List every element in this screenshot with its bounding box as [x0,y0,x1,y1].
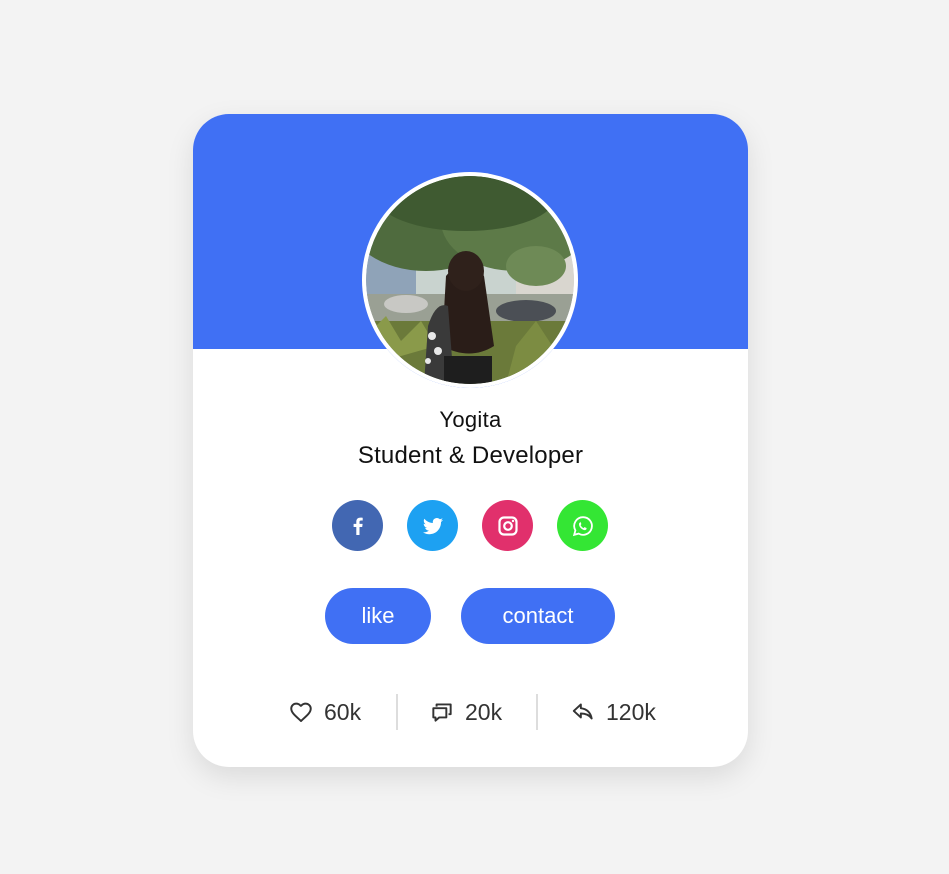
heart-icon [290,702,312,722]
instagram-icon [497,515,518,536]
profile-job-title: Student & Developer [357,442,584,469]
facebook-icon [353,517,363,535]
comments-count: 20k [465,698,503,725]
social-links [332,500,608,551]
avatar-ring [362,172,578,388]
profile-photo [366,176,574,384]
facebook-link[interactable] [332,500,383,551]
whatsapp-icon [572,515,593,536]
likes-stat[interactable]: 60k [288,692,361,732]
likes-count: 60k [324,698,362,725]
twitter-icon [422,517,443,534]
contact-button[interactable]: contact [461,588,615,644]
comments-icon [432,703,452,722]
instagram-link[interactable] [482,500,533,551]
avatar [362,172,578,388]
shares-count: 120k [606,698,656,725]
stats-divider [536,694,538,730]
stats-row: 60k 20k 120k [193,692,748,732]
like-button[interactable]: like [325,588,431,644]
whatsapp-link[interactable] [557,500,608,551]
stats-divider [396,694,398,730]
reply-icon [572,703,593,720]
profile-card: Yogita Student & Developer like contact … [193,114,748,767]
twitter-link[interactable] [407,500,458,551]
shares-stat[interactable]: 120k [570,692,656,732]
profile-name: Yogita [439,407,502,432]
comments-stat[interactable]: 20k [429,692,502,732]
